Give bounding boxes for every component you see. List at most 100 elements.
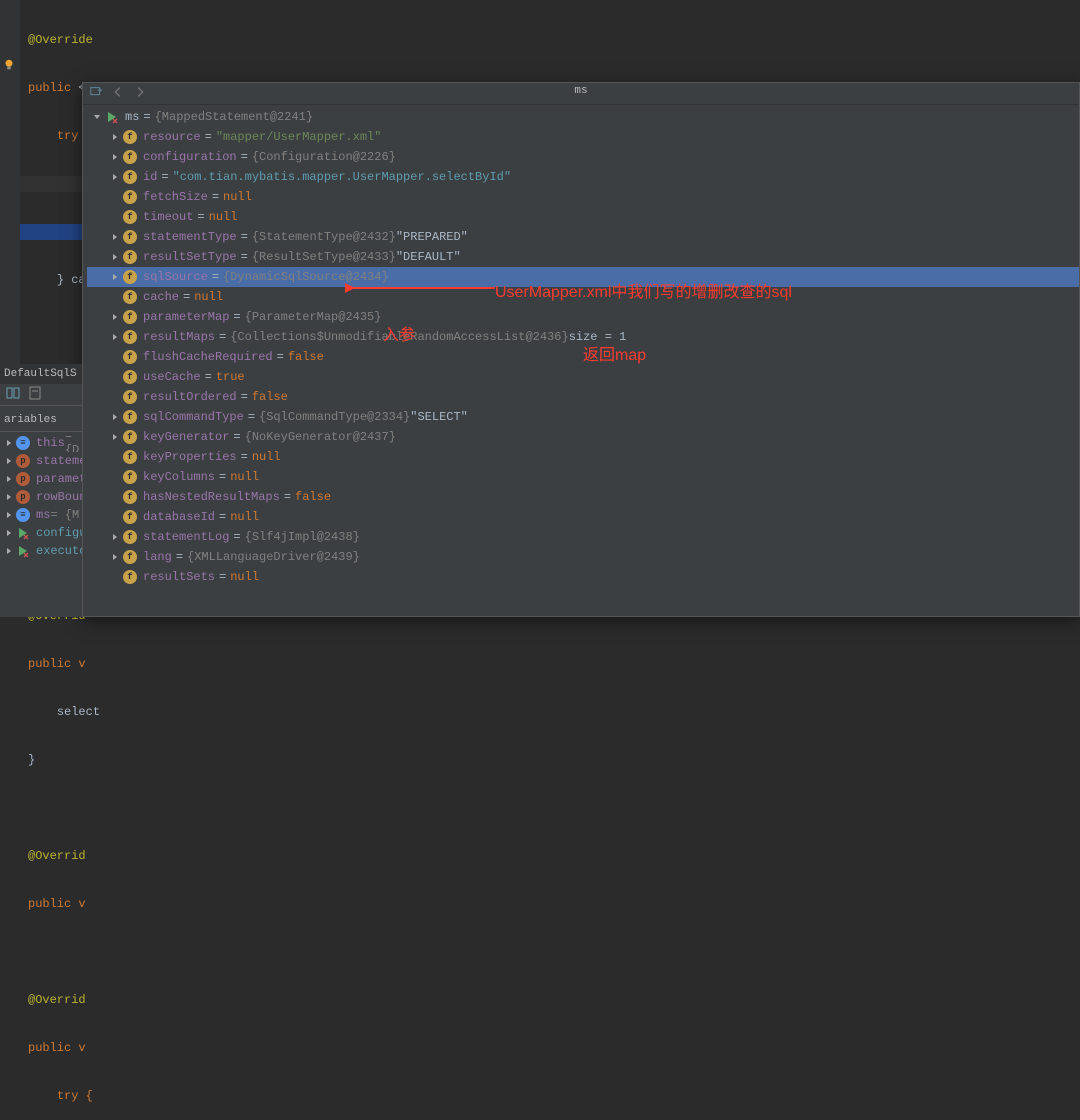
arrow-right-icon[interactable]: [109, 551, 121, 563]
variable-row[interactable]: pstatemen: [0, 452, 82, 470]
field-name: cache: [143, 287, 179, 307]
field-name: lang: [143, 547, 172, 567]
field-badge-icon: f: [123, 470, 137, 484]
field-name: fetchSize: [143, 187, 208, 207]
variable-name: this: [36, 436, 65, 450]
tree-row[interactable]: fdatabaseId = null: [87, 507, 1079, 527]
tree-row[interactable]: fresultSetType = {ResultSetType@2433} "D…: [87, 247, 1079, 267]
tree-row[interactable]: fresultSets = null: [87, 567, 1079, 587]
frame-tab[interactable]: DefaultSqlS: [0, 364, 82, 384]
tree-row[interactable]: fresource = "mapper/UserMapper.xml": [87, 127, 1079, 147]
arrow-right-icon[interactable]: [109, 431, 121, 443]
annotation: @Override: [28, 33, 93, 47]
field-name: resultMaps: [143, 327, 215, 347]
tree-row[interactable]: fstatementLog = {Slf4jImpl@2438}: [87, 527, 1079, 547]
new-watch-icon[interactable]: [89, 85, 103, 103]
field-value: null: [230, 567, 259, 587]
arrow-right-icon[interactable]: [109, 531, 121, 543]
tree-row[interactable]: ftimeout = null: [87, 207, 1079, 227]
field-name: keyGenerator: [143, 427, 229, 447]
variable-name: executor: [36, 544, 82, 558]
field-badge-icon: f: [123, 230, 137, 244]
tree-row[interactable]: fparameterMap = {ParameterMap@2435}: [87, 307, 1079, 327]
field-name: configuration: [143, 147, 237, 167]
back-icon[interactable]: [111, 85, 125, 103]
variable-row[interactable]: configur: [0, 524, 82, 542]
lightbulb-icon[interactable]: [2, 58, 16, 72]
arrow-right-icon[interactable]: [109, 311, 121, 323]
this-badge-icon: ≡: [16, 508, 30, 522]
arrow-right-icon[interactable]: [4, 473, 14, 485]
arrow-right-icon[interactable]: [109, 271, 121, 283]
field-value: null: [252, 447, 281, 467]
watch-badge-icon: [16, 544, 30, 558]
variables-header: ariables: [0, 414, 82, 432]
arrow-right-icon[interactable]: [109, 331, 121, 343]
field-badge-icon: f: [123, 530, 137, 544]
tree-row[interactable]: fid = "com.tian.mybatis.mapper.UserMappe…: [87, 167, 1079, 187]
tree-row[interactable]: fkeyColumns = null: [87, 467, 1079, 487]
layout-icon[interactable]: [6, 386, 20, 404]
tree-row[interactable]: fsqlCommandType = {SqlCommandType@2334} …: [87, 407, 1079, 427]
field-badge-icon: f: [123, 370, 137, 384]
tree-row[interactable]: fresultOrdered = false: [87, 387, 1079, 407]
tree-row[interactable]: ffetchSize = null: [87, 187, 1079, 207]
field-name: statementLog: [143, 527, 229, 547]
field-badge-icon: f: [123, 550, 137, 564]
param-badge-icon: p: [16, 490, 30, 504]
arrow-down-icon[interactable]: [91, 111, 103, 123]
variables-list[interactable]: ≡this = {DpstatemenpparametprowBoun≡ms =…: [0, 432, 82, 560]
arrow-right-icon[interactable]: [109, 171, 121, 183]
arrow-right-icon[interactable]: [4, 455, 14, 467]
field-value: {Slf4jImpl@2438}: [245, 527, 360, 547]
field-name: sqlSource: [143, 267, 208, 287]
annotation-text-param: 入参: [383, 321, 415, 345]
tree-row[interactable]: fconfiguration = {Configuration@2226}: [87, 147, 1079, 167]
tree-row[interactable]: fkeyProperties = null: [87, 447, 1079, 467]
arrow-right-icon[interactable]: [109, 231, 121, 243]
variable-row[interactable]: executor: [0, 542, 82, 560]
field-value: {ParameterMap@2435}: [245, 307, 382, 327]
field-value: null: [194, 287, 223, 307]
tree-row[interactable]: fuseCache = true: [87, 367, 1079, 387]
tree-row[interactable]: fhasNestedResultMaps = false: [87, 487, 1079, 507]
field-badge-icon: f: [123, 330, 137, 344]
field-badge-icon: f: [123, 150, 137, 164]
field-value: {DynamicSqlSource@2434}: [223, 267, 389, 287]
tree-row[interactable]: fstatementType = {StatementType@2432} "P…: [87, 227, 1079, 247]
variable-row[interactable]: pparamet: [0, 470, 82, 488]
field-name: id: [143, 167, 157, 187]
arrow-right-icon[interactable]: [4, 509, 14, 521]
arrow-right-icon[interactable]: [4, 527, 14, 539]
field-name: databaseId: [143, 507, 215, 527]
arrow-right-icon[interactable]: [109, 411, 121, 423]
calculator-icon[interactable]: [28, 386, 42, 404]
variable-name: statemen: [36, 454, 82, 468]
field-badge-icon: f: [123, 290, 137, 304]
field-badge-icon: f: [123, 310, 137, 324]
arrow-placeholder: [109, 471, 121, 483]
tree-root[interactable]: ms = {MappedStatement@2241}: [87, 107, 1079, 127]
variable-name: paramet: [36, 472, 82, 486]
arrow-right-icon[interactable]: [109, 151, 121, 163]
field-value: {StatementType@2432}: [252, 227, 396, 247]
this-badge-icon: ≡: [16, 436, 30, 450]
arrow-right-icon[interactable]: [4, 491, 14, 503]
forward-icon[interactable]: [133, 85, 147, 103]
field-value: false: [288, 347, 324, 367]
field-name: resultOrdered: [143, 387, 237, 407]
variable-row[interactable]: prowBoun: [0, 488, 82, 506]
field-name: keyColumns: [143, 467, 215, 487]
tree-row[interactable]: fkeyGenerator = {NoKeyGenerator@2437}: [87, 427, 1079, 447]
variable-row[interactable]: ≡ms = {M: [0, 506, 82, 524]
tree-row[interactable]: flang = {XMLLanguageDriver@2439}: [87, 547, 1079, 567]
arrow-right-icon[interactable]: [109, 251, 121, 263]
variable-row[interactable]: ≡this = {D: [0, 434, 82, 452]
arrow-right-icon[interactable]: [4, 437, 14, 449]
arrow-placeholder: [109, 351, 121, 363]
field-badge-icon: f: [123, 210, 137, 224]
field-name: flushCacheRequired: [143, 347, 273, 367]
field-badge-icon: f: [123, 490, 137, 504]
arrow-right-icon[interactable]: [109, 131, 121, 143]
arrow-right-icon[interactable]: [4, 545, 14, 557]
